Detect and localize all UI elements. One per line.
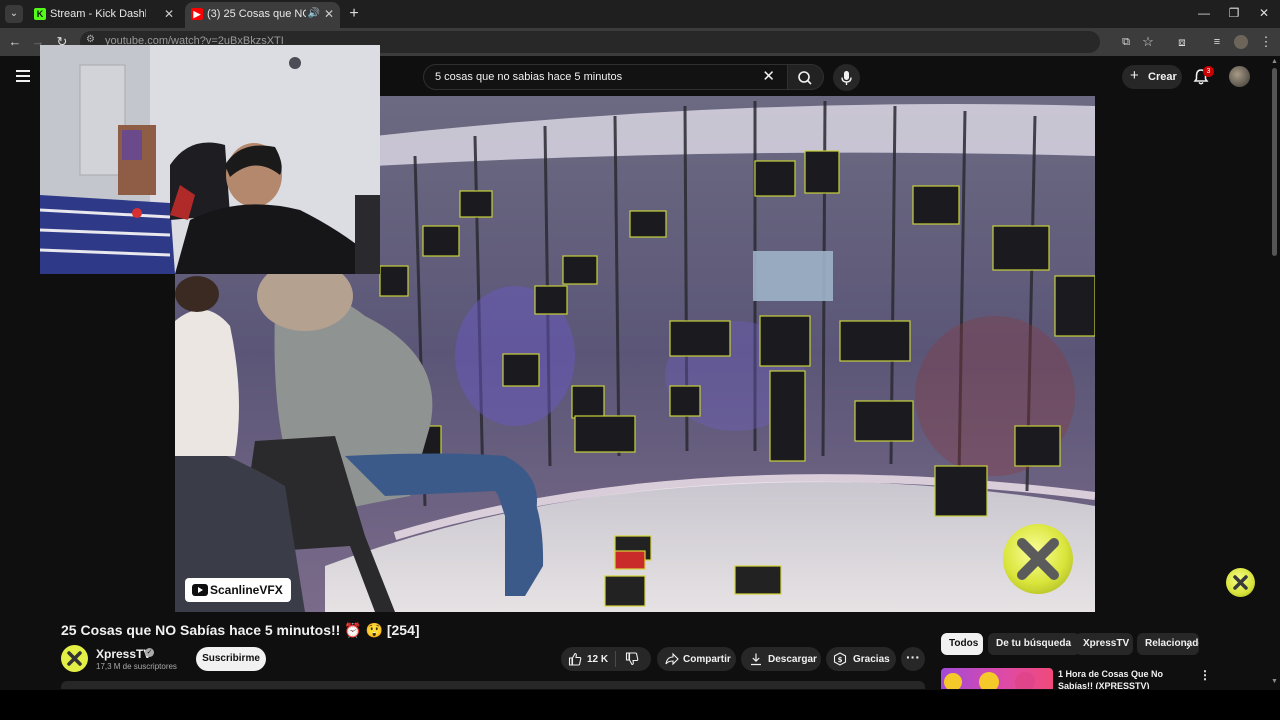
new-tab-button[interactable]: + <box>346 4 362 24</box>
recommendation-thumbnail[interactable] <box>941 668 1053 689</box>
restore-icon[interactable]: ❐ <box>1224 4 1244 22</box>
svg-text:$: $ <box>838 656 843 664</box>
minimize-icon[interactable]: — <box>1194 4 1214 22</box>
notification-count-badge: 3 <box>1203 66 1214 77</box>
close-tab-icon[interactable]: ✕ <box>164 2 174 26</box>
like-dislike-group: 12 K <box>561 647 651 671</box>
youtube-icon: ▶ <box>191 8 203 20</box>
tab-title: (3) 25 Cosas que NO Sabías <box>207 8 306 20</box>
recommendation-title[interactable]: 1 Hora de Cosas Que No Sabías!! (XPRESST… <box>1058 668 1188 689</box>
thumbs-up-icon[interactable] <box>568 652 582 666</box>
verified-check-icon: ✓ <box>145 648 154 657</box>
channel-avatar[interactable] <box>61 645 88 672</box>
site-info-icon[interactable]: ⚙ <box>86 34 95 45</box>
subscriber-count: 17,3 M de suscriptores <box>96 662 177 671</box>
chip-from-search[interactable]: De tu búsqueda <box>988 633 1080 655</box>
browser-tab-strip: ⌄ K Stream - Kick Dashboard ✕ ▶ (3) 25 C… <box>0 0 1280 28</box>
thumbnail-emojis <box>944 672 1035 689</box>
webcam-image <box>40 45 380 274</box>
video-title: 25 Cosas que NO Sabías hace 5 minutos!! … <box>61 622 420 638</box>
search-button[interactable] <box>788 64 824 90</box>
tab-search-button[interactable]: ⌄ <box>5 5 23 23</box>
webcam-overlay <box>40 45 380 274</box>
window-close-icon[interactable]: ✕ <box>1254 4 1274 22</box>
download-button[interactable]: Descargar <box>741 647 821 671</box>
description-box[interactable] <box>61 681 925 689</box>
channel-watermark: ScanlineVFX <box>185 578 291 602</box>
tab-kick-dashboard[interactable]: K Stream - Kick Dashboard ✕ <box>28 2 180 28</box>
screen: ⌄ K Stream - Kick Dashboard ✕ ▶ (3) 25 C… <box>0 0 1280 720</box>
like-count[interactable]: 12 K <box>587 654 608 665</box>
scroll-up-icon[interactable]: ▲ <box>1271 58 1278 65</box>
x-mark-icon <box>67 651 82 666</box>
extensions-icon[interactable]: ⧈ <box>1172 32 1192 52</box>
youtube-logo-icon <box>192 584 208 596</box>
recommendation-menu-icon[interactable]: ⋮ <box>1199 668 1211 682</box>
chip-channel[interactable]: XpressTV <box>1075 633 1133 655</box>
cast-icon[interactable]: ⧉ <box>1116 32 1136 52</box>
thanks-button[interactable]: $ Gracias <box>826 647 896 671</box>
plus-icon: + <box>1130 67 1139 84</box>
close-tab-icon[interactable]: ✕ <box>324 2 334 26</box>
share-button[interactable]: Compartir <box>657 647 736 671</box>
subscribe-button[interactable]: Suscribirme <box>196 647 266 671</box>
x-mark-icon <box>1017 538 1059 580</box>
browser-menu-icon[interactable]: ⋮ <box>1256 32 1276 52</box>
xpress-floating-logo[interactable] <box>1226 568 1255 597</box>
chip-all[interactable]: Todos <box>941 633 983 655</box>
xpress-logo-overlay <box>1003 524 1073 594</box>
guide-menu-icon[interactable] <box>16 70 30 82</box>
page-scrollbar[interactable]: ▲ ▼ <box>1269 56 1280 690</box>
tab-youtube-video[interactable]: ▶ (3) 25 Cosas que NO Sabías 🔊 ✕ <box>185 2 340 28</box>
scroll-down-icon[interactable]: ▼ <box>1271 678 1278 685</box>
bottom-edge <box>0 690 1280 720</box>
profile-avatar[interactable] <box>1231 32 1251 52</box>
tab-title: Stream - Kick Dashboard <box>50 8 146 20</box>
back-icon[interactable]: ← <box>5 32 25 52</box>
chevron-right-icon[interactable]: › <box>1186 637 1191 653</box>
voice-search-button[interactable] <box>833 64 860 91</box>
search-query: 5 cosas que no sabias hace 5 minutos <box>435 71 623 83</box>
thumbs-down-icon[interactable] <box>625 652 639 666</box>
pill-divider <box>615 651 616 667</box>
channel-name[interactable]: XpressTV <box>96 647 151 661</box>
search-icon <box>798 71 812 85</box>
bookmark-star-icon[interactable]: ☆ <box>1138 32 1158 52</box>
microphone-icon <box>841 71 852 85</box>
create-button[interactable]: + Crear <box>1122 65 1182 89</box>
x-mark-icon <box>1233 575 1248 590</box>
media-controls-icon[interactable]: ≡ <box>1207 32 1227 52</box>
clear-search-icon[interactable]: ✕ <box>762 67 775 85</box>
more-actions-icon[interactable]: ··· <box>901 647 925 671</box>
share-icon <box>665 652 679 666</box>
search-input[interactable]: 5 cosas que no sabias hace 5 minutos ✕ <box>423 64 788 90</box>
speaker-icon[interactable]: 🔊 <box>308 2 320 26</box>
title-emojis: ⏰ 😲 <box>344 622 383 638</box>
related-filter-chips: Todos De tu búsqueda XpressTV Relacionad… <box>941 633 1203 655</box>
kick-icon: K <box>34 8 46 20</box>
account-avatar[interactable] <box>1229 66 1250 87</box>
thanks-dollar-icon: $ <box>833 652 847 666</box>
scrollbar-thumb[interactable] <box>1272 68 1277 256</box>
download-icon <box>751 653 761 666</box>
